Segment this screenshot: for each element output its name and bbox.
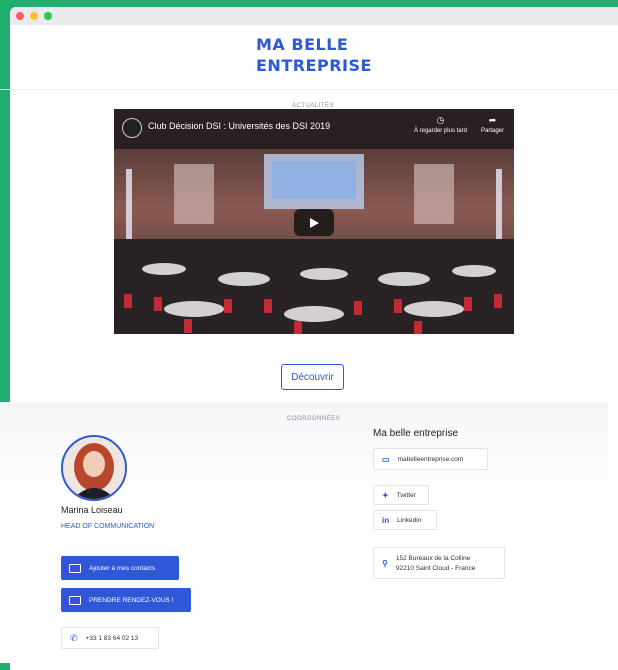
- website-link[interactable]: ▭ mabelleentreprise.com: [373, 448, 488, 470]
- profile-photo: [63, 437, 125, 499]
- discover-button[interactable]: Découvrir: [281, 364, 344, 390]
- close-window-button[interactable]: [16, 12, 24, 20]
- address-line2: 92210 Saint Cloud - France: [395, 564, 476, 572]
- linkedin-icon: in: [382, 515, 390, 525]
- phone-icon: ✆: [70, 632, 78, 643]
- watch-later-button[interactable]: ◷ À regarder plus tard: [414, 115, 467, 134]
- monitor-icon: ▭: [382, 454, 390, 464]
- brand-logo[interactable]: MA BELLE ENTREPRISE: [256, 34, 372, 76]
- brand-logo-line1: MA BELLE: [256, 35, 349, 54]
- video-player[interactable]: Club Décision DSI : Universités des DSI …: [114, 109, 514, 334]
- share-button[interactable]: ➦ Partager: [481, 115, 504, 134]
- contact-section-label: COORDONNÉES: [287, 416, 341, 422]
- window-titlebar: [10, 7, 618, 25]
- clock-icon: ◷: [436, 115, 445, 125]
- linkedin-label: Linkedin: [397, 516, 422, 524]
- header-divider: [0, 89, 618, 90]
- video-title[interactable]: Club Décision DSI : Universités des DSI …: [148, 121, 330, 131]
- channel-avatar[interactable]: [122, 118, 142, 138]
- maximize-window-button[interactable]: [44, 12, 52, 20]
- linkedin-link[interactable]: in Linkedin: [373, 510, 437, 530]
- twitter-link[interactable]: ✦ Twitter: [373, 485, 429, 505]
- share-label: Partager: [480, 128, 504, 134]
- watch-later-label: À regarder plus tard: [413, 128, 467, 134]
- contact-card-icon: [69, 563, 81, 573]
- appointment-button[interactable]: PRENDRE RENDEZ-VOUS !: [61, 588, 191, 612]
- video-actions: ◷ À regarder plus tard ➦ Partager: [414, 115, 504, 134]
- add-contact-label: Ajouter à mes contacts: [89, 564, 156, 572]
- twitter-label: Twitter: [396, 491, 416, 499]
- address-card[interactable]: ⚲ 152 Bureaux de la Colline 92210 Saint …: [373, 547, 505, 579]
- phone-number: +33 1 83 64 02 13: [85, 634, 139, 642]
- person-role: HEAD OF COMMUNICATION: [61, 523, 155, 530]
- phone-button[interactable]: ✆ +33 1 83 64 02 13: [61, 627, 159, 649]
- company-name: Ma belle entreprise: [373, 428, 459, 439]
- calendar-icon: [69, 595, 81, 605]
- person-name: Marina Loiseau: [61, 505, 123, 515]
- brand-logo-line2: ENTREPRISE: [256, 56, 372, 75]
- share-icon: ➦: [488, 115, 497, 125]
- play-icon: [310, 217, 319, 228]
- minimize-window-button[interactable]: [30, 12, 38, 20]
- add-contact-button[interactable]: Ajouter à mes contacts: [61, 556, 179, 580]
- website-label: mabelleentreprise.com: [397, 455, 464, 463]
- map-pin-icon: ⚲: [382, 558, 388, 568]
- play-button[interactable]: [294, 209, 334, 236]
- avatar: [61, 435, 127, 501]
- twitter-icon: ✦: [382, 490, 389, 500]
- appointment-label: PRENDRE RENDEZ-VOUS !: [89, 596, 174, 604]
- address-line1: 152 Bureaux de la Colline: [395, 554, 471, 562]
